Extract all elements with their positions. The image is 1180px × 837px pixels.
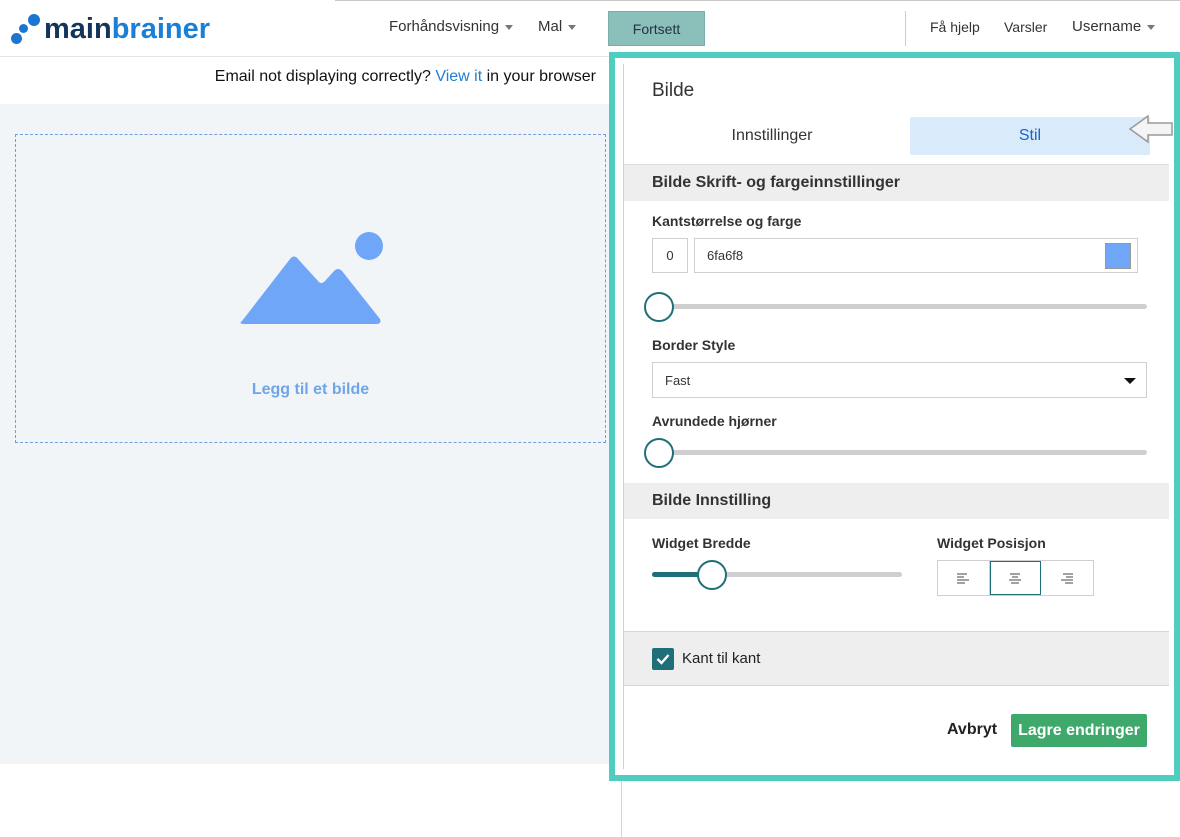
edge-to-edge-label: Kant til kant — [682, 650, 761, 667]
rounded-corners-label: Avrundede hjørner — [652, 413, 777, 429]
chevron-down-icon — [1147, 25, 1156, 30]
brand-logo[interactable]: mainbrainer — [10, 13, 210, 45]
add-image-label[interactable]: Legg til et bilde — [16, 381, 605, 399]
edge-to-edge-row: Kant til kant — [624, 631, 1169, 686]
alerts-link[interactable]: Varsler — [1004, 19, 1047, 35]
border-color-swatch[interactable] — [1105, 243, 1131, 269]
help-link[interactable]: Få hjelp — [930, 19, 980, 35]
panel-title: Bilde — [652, 80, 695, 101]
border-size-slider-thumb[interactable] — [644, 292, 674, 322]
logo-text-brainer: brainer — [111, 13, 211, 45]
nav-template-menu[interactable]: Mal — [538, 18, 577, 35]
widget-position-group — [937, 560, 1094, 596]
email-notice-suffix: in your browser — [486, 68, 596, 85]
nav-template-label: Mal — [538, 18, 563, 35]
border-size-label: Kantstørrelse og farge — [652, 213, 802, 229]
align-left-button[interactable] — [938, 561, 990, 595]
rounded-corners-slider-track[interactable] — [652, 450, 1147, 455]
edge-to-edge-checkbox[interactable] — [652, 648, 674, 670]
image-mountain-icon — [240, 232, 383, 324]
border-color-input[interactable]: 6fa6f8 — [694, 238, 1138, 273]
widget-width-label: Widget Bredde — [652, 535, 751, 551]
border-style-label: Border Style — [652, 337, 736, 353]
align-right-button[interactable] — [1041, 561, 1093, 595]
nav-preview-menu[interactable]: Forhåndsvisning — [389, 18, 514, 35]
top-border-line — [335, 0, 1180, 1]
tab-settings[interactable]: Innstillinger — [652, 117, 892, 155]
border-size-input[interactable]: 0 — [652, 238, 688, 273]
dropdown-arrow-icon — [1124, 378, 1136, 384]
view-in-browser-link[interactable]: View it — [435, 68, 482, 85]
section-image-header: Bilde Innstilling — [624, 483, 1169, 519]
border-style-select[interactable]: Fast — [652, 362, 1147, 398]
email-notice-prefix: Email not displaying correctly? — [214, 68, 431, 85]
continue-button[interactable]: Fortsett — [608, 11, 705, 46]
save-changes-button[interactable]: Lagre endringer — [1011, 714, 1147, 747]
align-center-icon — [1009, 573, 1021, 584]
widget-width-slider-thumb[interactable] — [697, 560, 727, 590]
section-font-color-header: Bilde Skrift- og fargeinnstillinger — [624, 165, 1169, 201]
logo-wordmark: mainbrainer — [44, 13, 210, 45]
image-settings-panel: Bilde Innstillinger Stil Bilde Skrift- o… — [609, 52, 1180, 781]
checkmark-icon — [656, 654, 670, 665]
email-display-notice: Email not displaying correctly? View it … — [0, 57, 600, 103]
top-bar: mainbrainer Forhåndsvisning Mal Fortsett… — [0, 0, 1180, 57]
chevron-down-icon — [568, 25, 577, 30]
cancel-button[interactable]: Avbryt — [942, 714, 1002, 746]
border-color-value: 6fa6f8 — [707, 248, 744, 263]
tab-style[interactable]: Stil — [910, 117, 1150, 155]
panel-content: Bilde Innstillinger Stil Bilde Skrift- o… — [623, 64, 1169, 769]
user-menu[interactable]: Username — [1072, 18, 1156, 35]
pointer-arrow-icon — [1128, 114, 1173, 144]
chevron-down-icon — [505, 25, 514, 30]
panel-tabs: Innstillinger Stil — [652, 117, 1150, 155]
nav-divider — [905, 11, 906, 46]
border-size-slider-track[interactable] — [652, 304, 1147, 309]
user-name-label: Username — [1072, 18, 1142, 35]
border-style-value: Fast — [665, 372, 691, 388]
rounded-corners-slider-thumb[interactable] — [644, 438, 674, 468]
widget-position-label: Widget Posisjon — [937, 535, 1046, 551]
logo-text-main: main — [44, 13, 112, 45]
logo-dots-icon — [10, 13, 44, 45]
align-right-icon — [1061, 573, 1074, 584]
align-left-icon — [957, 573, 970, 584]
align-center-button[interactable] — [989, 561, 1042, 595]
nav-preview-label: Forhåndsvisning — [389, 18, 500, 35]
image-placeholder[interactable]: Legg til et bilde — [15, 134, 606, 443]
